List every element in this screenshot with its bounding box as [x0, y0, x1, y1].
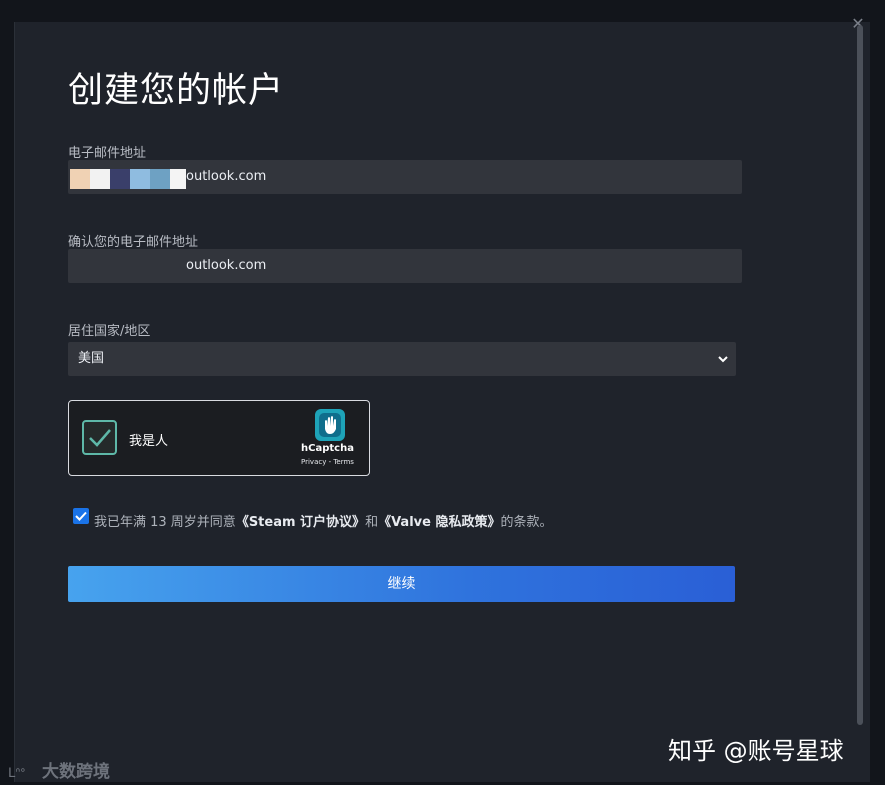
- checkmark-icon: [89, 429, 111, 447]
- confirm-email-field[interactable]: outlook.com: [68, 249, 742, 283]
- email-label: 电子邮件地址: [68, 146, 147, 161]
- dashu-watermark-text: 大数跨境: [42, 762, 110, 782]
- email-field[interactable]: outlook.com: [68, 160, 742, 194]
- agreement-suffix: 的条款。: [500, 515, 553, 530]
- redacted-blur: [70, 169, 90, 189]
- scrollbar[interactable]: [857, 25, 863, 725]
- confirm-email-label: 确认您的电子邮件地址: [68, 235, 199, 250]
- country-selected-value: 美国: [78, 351, 105, 366]
- captcha-brand: hCaptcha: [301, 443, 354, 454]
- confirm-email-value: outlook.com: [186, 258, 267, 273]
- continue-button[interactable]: 继续: [68, 566, 735, 602]
- country-label: 居住国家/地区: [68, 324, 151, 339]
- watermark-logo-icon: ᒪᐢᐤ: [8, 766, 26, 781]
- captcha-checkbox[interactable]: [82, 420, 117, 455]
- steam-subscriber-agreement-link[interactable]: 《Steam 订户协议》: [236, 515, 365, 530]
- chevron-down-icon: [718, 356, 728, 363]
- captcha-widget: 我是人 hCaptcha Privacy - Terms: [68, 400, 370, 476]
- captcha-privacy-terms[interactable]: Privacy - Terms: [301, 458, 354, 466]
- captcha-label: 我是人: [129, 434, 169, 449]
- agreement-prefix: 我已年满 13 周岁并同意: [94, 515, 236, 530]
- hcaptcha-logo-icon: [315, 409, 345, 441]
- redacted-blur: [110, 169, 130, 189]
- page-title: 创建您的帐户: [68, 71, 285, 111]
- redacted-blur: [170, 169, 186, 189]
- redacted-blur: [150, 169, 170, 189]
- country-select[interactable]: 美国: [68, 342, 736, 376]
- agreement-checkbox[interactable]: [73, 508, 89, 524]
- agreement-text: 我已年满 13 周岁并同意《Steam 订户协议》和《Valve 隐私政策》的条…: [94, 511, 553, 530]
- valve-privacy-policy-link[interactable]: 《Valve 隐私政策》: [378, 515, 500, 530]
- redacted-blur: [90, 169, 110, 189]
- zhihu-watermark: 知乎 @账号星球: [668, 737, 844, 765]
- email-value: outlook.com: [186, 169, 267, 184]
- redacted-blur: [130, 169, 150, 189]
- dashu-watermark: ᒪᐢᐤ 大数跨境: [8, 757, 110, 782]
- agreement-middle: 和: [365, 515, 379, 530]
- checkmark-icon: [75, 511, 87, 521]
